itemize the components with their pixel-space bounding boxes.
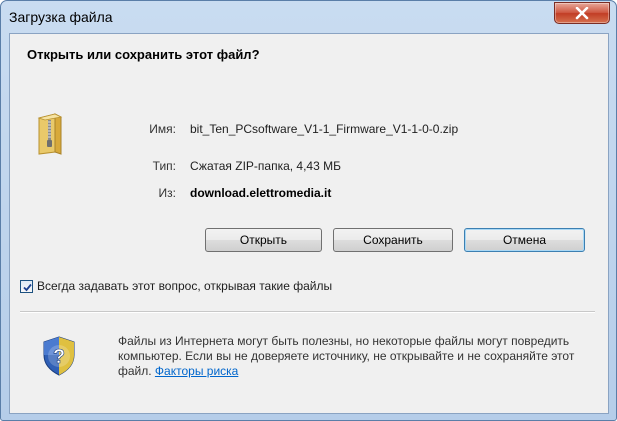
close-icon [575,7,589,20]
source-host-value: download.elettromedia.it [190,186,332,200]
always-ask-label: Всегда задавать этот вопрос, открывая та… [37,279,333,293]
risk-factors-link[interactable]: Факторы риска [155,364,238,378]
file-name-value: bit_Ten_PCsoftware_V1-1_Firmware_V1-1-0-… [190,122,459,136]
separator [20,311,595,313]
close-button[interactable] [554,2,610,24]
window-title: Загрузка файла [9,9,113,25]
from-label: Из: [158,186,176,200]
cancel-button[interactable]: Отмена [464,228,585,252]
name-label: Имя: [149,122,176,136]
shield-question-icon: ? [43,336,75,376]
always-ask-checkbox[interactable] [20,279,33,293]
svg-text:?: ? [53,346,65,368]
zip-folder-icon [37,113,63,155]
always-ask-option[interactable]: Всегда задавать этот вопрос, открывая та… [20,279,332,293]
title-bar[interactable]: Загрузка файла [1,1,616,33]
file-type-value: Сжатая ZIP-папка, 4,43 МБ [190,159,341,173]
type-label: Тип: [152,159,176,173]
dialog-question: Открыть или сохранить этот файл? [27,47,260,62]
checkmark-icon [23,283,32,291]
open-button[interactable]: Открыть [205,228,322,252]
security-warning-text: Файлы из Интернета могут быть полезны, н… [118,334,588,379]
save-button[interactable]: Сохранить [333,228,453,252]
